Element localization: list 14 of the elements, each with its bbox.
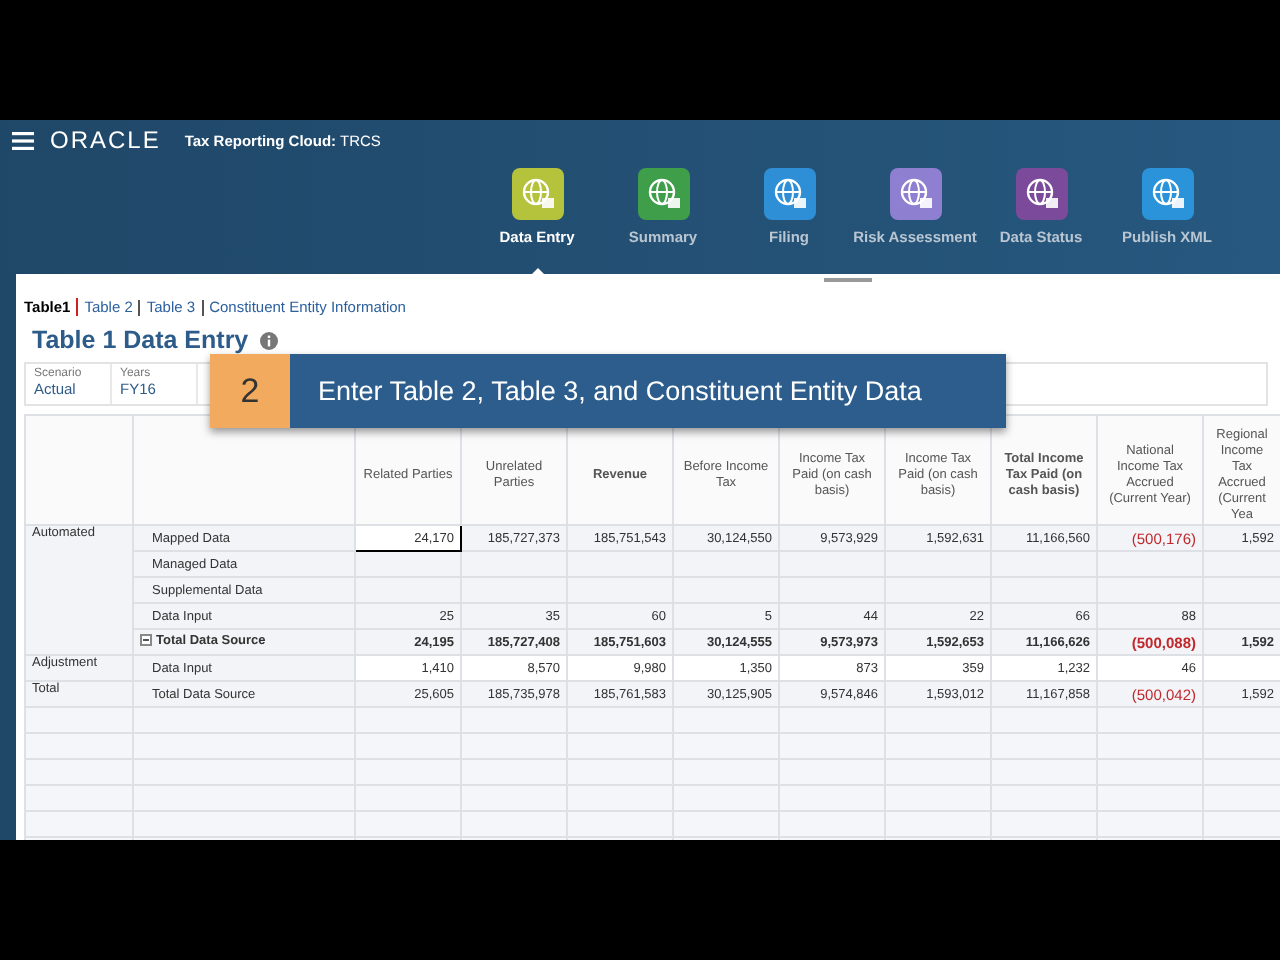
globe-icon [889,168,941,220]
menu-icon[interactable] [12,131,34,149]
info-icon[interactable] [260,331,279,349]
globe-icon [511,168,563,220]
page-title: Table 1 Data Entry [32,326,249,354]
logo: ORACLE [50,126,161,154]
globe-icon [1141,168,1193,220]
globe-icon [1015,168,1067,220]
callout-text: Enter Table 2, Table 3, and Constituent Entity Data [290,354,1006,428]
step-number: 2 [210,354,290,428]
collapse-icon[interactable] [140,634,152,647]
drag-handle[interactable] [824,278,872,282]
globe-icon [763,168,815,220]
globe-icon [637,168,689,220]
